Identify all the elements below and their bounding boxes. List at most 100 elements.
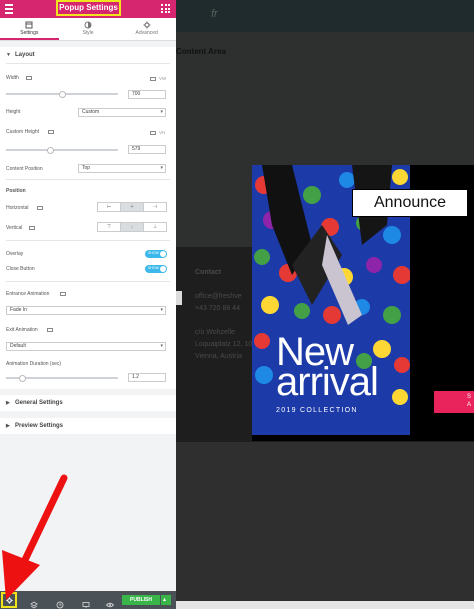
site-logo: fr [211, 8, 218, 20]
width-slider-handle[interactable] [58, 90, 66, 98]
divider [6, 240, 170, 241]
footer-address-line: c/o Wohzelle [195, 329, 235, 336]
publish-button[interactable]: PUBLISH [122, 595, 160, 605]
align-center-button[interactable]: + [121, 203, 144, 211]
panel-title: Popup Settings [56, 0, 121, 16]
settings-tab-icon [25, 21, 33, 29]
preview-button[interactable] [105, 596, 115, 608]
custom-height-input[interactable]: 579 [128, 145, 166, 154]
align-top-button[interactable]: ⊤ [98, 223, 121, 231]
divider [6, 63, 170, 64]
horizontal-scrollbar[interactable] [176, 601, 474, 609]
headline-line2: arrival [276, 360, 379, 404]
align-bottom-button[interactable]: ⊥ [144, 223, 166, 231]
width-input[interactable]: 700 [128, 90, 166, 99]
horizontal-label: Horizontal [6, 205, 29, 211]
general-settings-section[interactable]: ▶ General Settings [0, 395, 176, 411]
align-left-button[interactable]: ⊢ [98, 203, 121, 211]
tab-settings[interactable]: Settings [0, 18, 59, 40]
vertical-label: Vertical [6, 225, 23, 231]
align-right-icon: ⊣ [152, 204, 158, 210]
page-preview: fr Content Area Contact office@freshve +… [176, 0, 474, 609]
layout-section-header[interactable]: ▼ Layout [0, 47, 176, 63]
tab-label: Advanced [135, 30, 158, 36]
custom-height-slider-handle[interactable] [47, 146, 55, 154]
align-middle-icon: ↓ [130, 224, 134, 230]
tab-advanced[interactable]: Advanced [117, 18, 176, 40]
entrance-animation-label: Entrance Animation [6, 291, 50, 297]
panel-tabs: Settings Style Advanced [0, 18, 176, 41]
expand-caret-icon: ▶ [6, 423, 10, 429]
footer-email[interactable]: office@freshve [195, 293, 242, 300]
custom-height-unit[interactable]: VH [159, 130, 165, 135]
desktop-icon [82, 602, 90, 608]
height-select[interactable]: Custom ▾ [78, 108, 166, 117]
tab-label: Style [82, 30, 94, 36]
responsive-desktop-icon[interactable] [26, 76, 32, 80]
chevron-up-icon: ▴ [163, 597, 167, 603]
animation-duration-slider-handle[interactable] [19, 374, 27, 382]
exit-animation-label: Exit Animation [6, 327, 38, 333]
responsive-desktop-icon[interactable] [60, 292, 66, 296]
height-label: Height [6, 109, 21, 115]
shop-button-line1: S [467, 394, 472, 400]
vertical-position-control: ⊤ ↓ ⊥ [97, 222, 167, 232]
position-heading: Position [6, 188, 26, 194]
exit-animation-select[interactable]: Default ▾ [6, 342, 166, 351]
responsive-desktop-icon[interactable] [29, 226, 35, 230]
tab-style[interactable]: Style [59, 18, 118, 40]
align-right-button[interactable]: ⊣ [144, 203, 166, 211]
panel-collapse-handle[interactable] [176, 291, 182, 305]
red-arrow-annotation [2, 474, 68, 600]
align-top-icon: ⊤ [106, 224, 112, 230]
widgets-grid-icon[interactable] [161, 4, 170, 13]
align-left-icon: ⊢ [106, 204, 112, 210]
announce-label: Announce [352, 189, 468, 217]
collection-subline: 2019 COLLECTION [276, 407, 358, 414]
shop-button-line2: A [467, 402, 472, 408]
site-header: fr [176, 0, 474, 32]
preview-settings-section[interactable]: ▶ Preview Settings [0, 418, 176, 434]
overlay-toggle[interactable]: SHOW [145, 250, 167, 258]
animation-duration-label: Animation Duration (sec) [6, 361, 62, 367]
tab-label: Settings [20, 30, 39, 36]
align-bottom-icon: ⊥ [152, 224, 158, 230]
responsive-desktop-icon[interactable] [48, 130, 54, 134]
divider [6, 179, 170, 180]
responsive-mode-button[interactable] [82, 596, 90, 608]
shop-button[interactable]: S A [434, 391, 474, 413]
footer-address-line: Vienna, Austria [195, 353, 242, 360]
unit-icon [150, 131, 156, 135]
close-button-label: Close Button [6, 266, 35, 272]
chevron-down-icon: ▾ [160, 109, 163, 115]
footer-heading: Contact [195, 269, 222, 276]
page-bottom [176, 442, 474, 609]
expand-caret-icon: ▶ [6, 400, 10, 406]
width-unit[interactable]: VW [159, 76, 166, 81]
entrance-animation-select[interactable]: Fade In ▾ [6, 306, 166, 315]
custom-height-slider-track[interactable] [6, 149, 118, 151]
popup: Announce New arrival 2019 COLLECTION S A [252, 165, 474, 441]
close-button-toggle[interactable]: SHOW [145, 265, 167, 273]
footer-phone: +43 720 88 44 [195, 305, 240, 312]
animation-duration-input[interactable]: 1.2 [128, 373, 166, 382]
divider [6, 281, 170, 282]
responsive-desktop-icon[interactable] [47, 328, 53, 332]
collapse-caret-icon: ▼ [6, 52, 11, 58]
chevron-down-icon: ▾ [160, 343, 163, 349]
horizontal-position-control: ⊢ + ⊣ [97, 202, 167, 212]
custom-height-label: Custom Height [6, 129, 40, 135]
align-middle-button[interactable]: ↓ [121, 223, 144, 231]
unit-icon [150, 77, 156, 81]
layout-section: ▼ Layout Width VW 700 Height Custom ▾ Cu… [0, 47, 176, 389]
editor-panel: Popup Settings Settings Style Advanced ▼… [0, 0, 176, 609]
align-center-icon: + [130, 204, 134, 210]
responsive-desktop-icon[interactable] [37, 206, 43, 210]
content-position-select[interactable]: Top ▾ [78, 164, 166, 173]
chevron-down-icon: ▾ [160, 165, 163, 171]
menu-icon[interactable] [5, 4, 13, 14]
publish-options-button[interactable]: ▴ [161, 595, 171, 605]
width-label: Width [6, 75, 19, 81]
overlay-label: Overlay [6, 251, 24, 257]
style-tab-icon [84, 21, 92, 29]
